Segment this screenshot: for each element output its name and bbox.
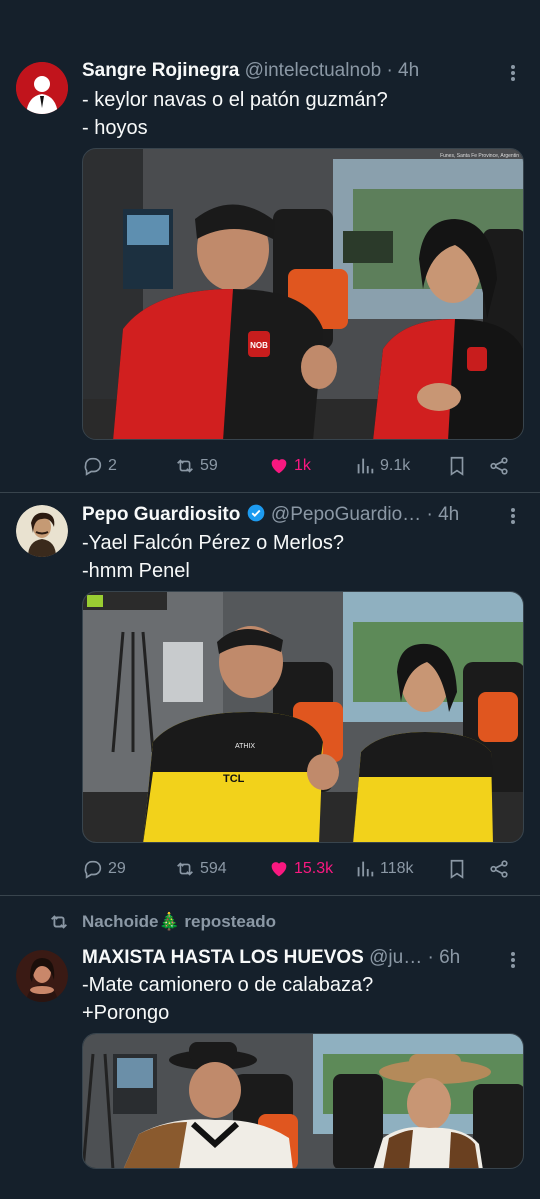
more-icon[interactable] (506, 949, 520, 971)
tweet-media-image[interactable] (82, 1033, 524, 1169)
author-name[interactable]: Pepo Guardiosito (82, 504, 240, 525)
verified-icon (247, 504, 264, 522)
tweet-text-line: - hoyos (82, 117, 148, 139)
separator-dot: · (427, 947, 434, 968)
views-button[interactable]: 9.1k (354, 451, 410, 481)
tweet-actions: 2 59 1k 9.1k (82, 451, 522, 481)
views-icon (357, 458, 374, 474)
views-count: 9.1k (380, 457, 411, 474)
tweet-actions: 29 594 15.3k 118k (82, 854, 522, 884)
reply-button[interactable]: 29 (82, 854, 126, 884)
jersey-badge: NOB (250, 341, 268, 350)
timestamp[interactable]: 6h (439, 947, 460, 968)
jersey-brand: ATHIX (235, 743, 255, 750)
repost-count: 59 (200, 457, 218, 474)
views-button[interactable]: 118k (354, 854, 414, 884)
separator-dot: · (386, 60, 393, 81)
bookmark-button[interactable] (446, 854, 468, 884)
bookmark-icon (450, 859, 464, 879)
like-button[interactable]: 15.3k (268, 854, 333, 884)
tweet-media-image[interactable]: TCL ATHIX (82, 591, 524, 843)
timestamp[interactable]: 4h (438, 504, 459, 525)
repost-label: Nachoide🎄 reposteado (82, 912, 277, 931)
reply-icon (84, 457, 102, 476)
timestamp[interactable]: 4h (398, 60, 419, 81)
like-count: 1k (294, 457, 311, 474)
share-button[interactable] (488, 854, 510, 884)
share-icon (490, 457, 508, 475)
more-icon[interactable] (506, 505, 520, 527)
views-icon (357, 861, 374, 877)
tweet-text-line: -Yael Falcón Pérez o Merlos? (82, 532, 344, 554)
like-icon (271, 862, 287, 877)
author-handle[interactable]: @intelectualnob (245, 60, 382, 81)
tweet[interactable]: Sangre Rojinegra @intelectualnob · 4h - … (0, 0, 540, 492)
tweet[interactable]: Nachoide🎄 reposteado MAXISTA HASTA LOS H… (0, 896, 540, 1199)
share-icon (490, 860, 508, 878)
reply-button[interactable]: 2 (82, 451, 117, 481)
tweet-text-line: -Mate camionero o de calabaza? (82, 974, 374, 996)
tweet-text-line: - keylor navas o el patón guzmán? (82, 89, 388, 111)
media-caption: Funes, Santa Fe Province, Argentin (440, 153, 519, 159)
repost-icon (177, 459, 193, 473)
reply-count: 29 (108, 860, 126, 877)
avatar[interactable] (16, 505, 68, 557)
like-button[interactable]: 1k (268, 451, 311, 481)
author-name[interactable]: Sangre Rojinegra (82, 60, 239, 81)
views-count: 118k (380, 860, 414, 877)
tweet-text-line: -hmm Penel (82, 560, 190, 582)
more-icon[interactable] (506, 62, 520, 84)
avatar[interactable] (16, 62, 68, 114)
tweet-text-line: +Porongo (82, 1002, 170, 1024)
repost-count: 594 (200, 860, 227, 877)
bookmark-icon (450, 456, 464, 476)
author-handle[interactable]: @ju… (369, 947, 422, 968)
repost-indicator[interactable]: Nachoide🎄 reposteado (48, 909, 276, 935)
repost-button[interactable]: 594 (174, 854, 227, 884)
avatar[interactable] (16, 950, 68, 1002)
reply-icon (84, 860, 102, 879)
share-button[interactable] (488, 451, 510, 481)
separator-dot: · (426, 504, 433, 525)
bookmark-button[interactable] (446, 451, 468, 481)
author-handle[interactable]: @PepoGuardio… (271, 504, 421, 525)
repost-button[interactable]: 59 (174, 451, 218, 481)
jersey-sponsor: TCL (223, 773, 245, 785)
tweet[interactable]: Pepo Guardiosito @PepoGuardio… · 4h -Yae… (0, 493, 540, 895)
repost-icon (51, 915, 67, 929)
like-icon (271, 459, 287, 474)
tweet-media-image[interactable]: NOB Funes, Santa Fe Province, Argentin (82, 148, 524, 440)
author-name[interactable]: MAXISTA HASTA LOS HUEVOS (82, 947, 364, 968)
like-count: 15.3k (294, 860, 334, 877)
repost-icon (177, 862, 193, 876)
reply-count: 2 (108, 457, 117, 474)
